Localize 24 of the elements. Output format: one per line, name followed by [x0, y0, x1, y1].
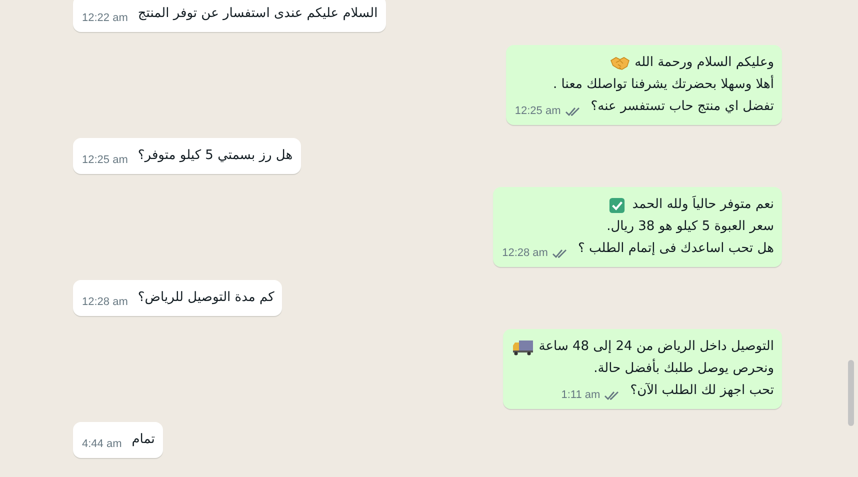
message-time: 12:28 am	[502, 246, 548, 260]
message-time: 4:44 am	[82, 437, 122, 451]
handshake-icon	[610, 54, 630, 72]
message-text: تفضل اي منتج حاب تستفسر عنه؟	[590, 98, 774, 116]
message-text: التوصيل داخل الرياض من 24 إلى 48 ساعة	[538, 338, 774, 356]
message-text: سعر العبوة 5 كيلو هو 38 ريال.	[606, 218, 774, 236]
message-time: 12:22 am	[82, 11, 128, 25]
message-text: نعم متوفر حالياَ ولله الحمد	[632, 194, 774, 214]
message-text: السلام عليكم عندى استفسار عن توفر المنتج	[138, 5, 378, 23]
message-text: أهلا وسهلا بحضرتك يشرفنا تواصلك معنا .	[553, 74, 774, 94]
truck-icon	[512, 338, 534, 356]
check-box-icon	[607, 196, 628, 214]
message-time: 12:25 am	[514, 104, 561, 118]
message-text: تحب اجهز لك الطلب الآن؟	[630, 382, 774, 400]
message-time: 12:28 am	[82, 295, 128, 309]
message-text: كم مدة التوصيل للرياض؟	[138, 289, 274, 307]
message-text: ونحرص يوصل طلبك بأفضل حالة.	[594, 358, 774, 380]
message-text: وعليكم السلام ورحمة الله	[634, 54, 774, 72]
scrollbar-thumb[interactable]	[848, 360, 854, 426]
message-time: 12:25 am	[82, 153, 128, 167]
message-time: 1:11 am	[561, 388, 600, 402]
message-text: هل تحب اساعدك فى إتمام الطلب ؟	[578, 240, 774, 258]
message-text: هل رز بسمتي 5 كيلو متوفر؟	[138, 147, 293, 165]
message-text: تمام	[132, 431, 155, 449]
